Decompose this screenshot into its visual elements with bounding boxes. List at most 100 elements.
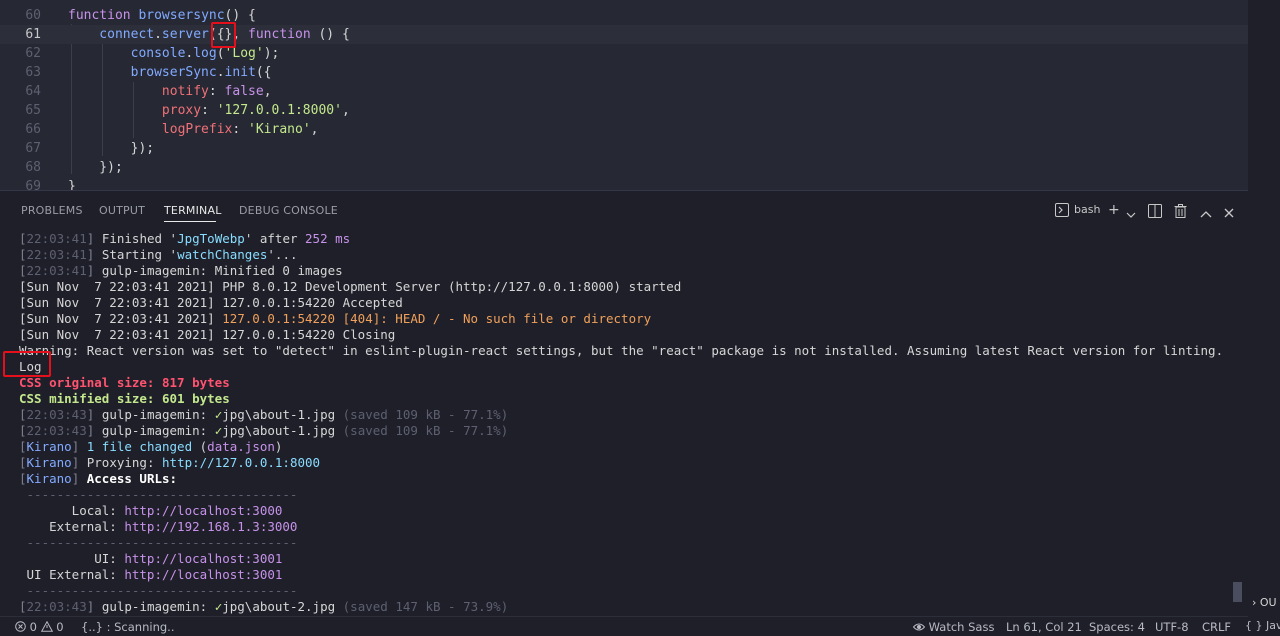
terminal-text: http://localhost:3001: [124, 567, 283, 582]
terminal-text: (saved 109 kB - 77.1%): [342, 407, 509, 422]
terminal-line: [22:03:43] gulp-imagemin: ✓jpg\about-2.j…: [19, 599, 508, 615]
terminal-line: ------------------------------------: [19, 535, 298, 551]
code-token: });: [68, 141, 155, 156]
code-token: browserSync: [68, 65, 217, 80]
line-number: 69: [25, 179, 41, 190]
line-number: 68: [25, 160, 41, 175]
terminal-text: ------------------------------------: [19, 535, 298, 550]
code-token: function: [68, 8, 139, 23]
terminal-text: (saved 109 kB - 77.1%): [342, 423, 509, 438]
terminal-line: [Sun Nov 7 22:03:41 2021] 127.0.0.1:5422…: [19, 327, 395, 343]
terminal-text: ------------------------------------: [19, 583, 298, 598]
code-line[interactable]: 68 });: [0, 158, 1248, 177]
terminal-text: http://127.0.0.1:8000: [162, 455, 321, 470]
terminal-text: [: [19, 407, 27, 422]
terminal-text: ]: [86, 263, 102, 278]
problems-indicator[interactable]: 0 0: [15, 620, 64, 634]
terminal-line: [22:03:43] gulp-imagemin: ✓jpg\about-1.j…: [19, 407, 508, 423]
indentation-setting[interactable]: Spaces: 4: [1089, 620, 1145, 634]
terminal-line: CSS minified size: 601 bytes: [19, 391, 230, 407]
terminal-text: 1 file changed: [86, 439, 200, 454]
line-number: 63: [25, 65, 41, 80]
code-token: (: [216, 46, 225, 61]
terminal-text: 22:03:43: [26, 423, 87, 438]
line-number: 60: [25, 8, 41, 23]
code-text: logPrefix: 'Kirano',: [68, 120, 319, 139]
code-token: ,: [341, 103, 350, 118]
outline-peek[interactable]: › OU: [1252, 596, 1277, 609]
terminal-text: gulp-imagemin:: [101, 423, 215, 438]
error-icon: [15, 621, 26, 632]
code-token: 'Kirano': [248, 122, 311, 137]
split-terminal-icon[interactable]: [1148, 202, 1162, 220]
code-editor[interactable]: 60 function browsersync() {61 connect.ser…: [0, 0, 1248, 190]
code-token: :: [201, 103, 217, 118]
warning-count: 0: [56, 620, 64, 634]
encoding-setting[interactable]: UTF-8: [1155, 620, 1189, 634]
terminal-text: Kirano: [26, 439, 72, 454]
terminal-line: [22:03:41] gulp-imagemin: Minified 0 ima…: [19, 263, 343, 279]
code-line[interactable]: 60 function browsersync() {: [0, 6, 1248, 25]
chevron-down-icon[interactable]: [1126, 206, 1136, 224]
code-line[interactable]: 64 notify: false,: [0, 82, 1248, 101]
terminal-text: 22:03:43: [26, 599, 87, 614]
annotation-box-empty-object: [211, 22, 236, 48]
terminal-text: http://localhost:3001: [124, 551, 283, 566]
close-panel-icon[interactable]: [1224, 204, 1234, 222]
terminal-line: [22:03:43] gulp-imagemin: ✓jpg\about-1.j…: [19, 423, 508, 439]
terminal-text: CSS original size: 817 bytes: [19, 375, 230, 390]
code-line[interactable]: 69}: [0, 177, 1248, 190]
terminal-line: ------------------------------------: [19, 583, 298, 599]
watch-sass-button[interactable]: Watch Sass: [912, 620, 994, 634]
maximize-panel-icon[interactable]: [1200, 205, 1212, 223]
terminal-text: 127.0.0.1:54220 [404]: HEAD / - No such …: [222, 311, 652, 326]
code-token: server: [161, 27, 209, 42]
language-mode[interactable]: { } Jav: [1245, 619, 1280, 632]
terminal-text: [: [19, 263, 27, 278]
terminal-shell-selector[interactable]: bash: [1055, 201, 1105, 221]
code-text: proxy: '127.0.0.1:8000',: [68, 101, 350, 120]
terminal-text: ]: [86, 247, 102, 262]
tab-output[interactable]: OUTPUT: [99, 204, 145, 217]
code-text: });: [68, 139, 154, 158]
shell-name: bash: [1074, 203, 1101, 216]
terminal-line: [Kirano] Access URLs:: [19, 471, 177, 487]
code-line[interactable]: 61 connect.server({}, function () {: [0, 25, 1248, 44]
code-line[interactable]: 65 proxy: '127.0.0.1:8000',: [0, 101, 1248, 120]
terminal-text: '...: [267, 247, 298, 262]
code-line[interactable]: 67 });: [0, 139, 1248, 158]
code-line[interactable]: 62 console.log('Log');: [0, 44, 1248, 63]
cursor-position[interactable]: Ln 61, Col 21: [1006, 620, 1082, 634]
terminal-scrollbar[interactable]: [1233, 582, 1242, 602]
code-token: logPrefix: [68, 122, 233, 137]
terminal-text: JpgToWebp: [177, 231, 245, 246]
terminal-text: ): [274, 439, 283, 454]
code-token: notify: [68, 84, 209, 99]
terminal-text: gulp-imagemin: Minified 0 images: [101, 263, 343, 278]
bottom-panel: PROBLEMS OUTPUT TERMINAL DEBUG CONSOLE b…: [0, 190, 1248, 616]
code-token: ({: [255, 65, 272, 80]
code-text: console.log('Log');: [68, 44, 280, 63]
line-number: 65: [25, 103, 41, 118]
terminal-text: Proxying:: [86, 455, 163, 470]
terminal-line: [22:03:41] Finished 'JpgToWebp' after 25…: [19, 231, 350, 247]
error-count: 0: [29, 620, 37, 634]
terminal-text: [Sun Nov 7 22:03:41 2021] 127.0.0.1:5422…: [19, 295, 403, 310]
code-token: ,: [310, 122, 319, 137]
terminal-text: ' after: [244, 231, 306, 246]
terminal-text: UI:: [19, 551, 125, 566]
code-token: function: [248, 27, 319, 42]
terminal-line: [22:03:41] Starting 'watchChanges'...: [19, 247, 298, 263]
scanning-status[interactable]: {..} : Scanning..: [81, 620, 174, 634]
code-line[interactable]: 66 logPrefix: 'Kirano',: [0, 120, 1248, 139]
tab-problems[interactable]: PROBLEMS: [21, 204, 83, 217]
code-token: });: [68, 160, 123, 175]
code-line[interactable]: 63 browserSync.init({: [0, 63, 1248, 82]
tab-debug-console[interactable]: DEBUG CONSOLE: [239, 204, 338, 217]
trash-icon[interactable]: [1174, 202, 1187, 220]
add-terminal-icon[interactable]: +: [1108, 201, 1120, 219]
code-token: init: [224, 65, 256, 80]
terminal-text: UI External:: [19, 567, 125, 582]
tab-terminal[interactable]: TERMINAL: [164, 204, 222, 217]
eol-setting[interactable]: CRLF: [1202, 620, 1231, 634]
